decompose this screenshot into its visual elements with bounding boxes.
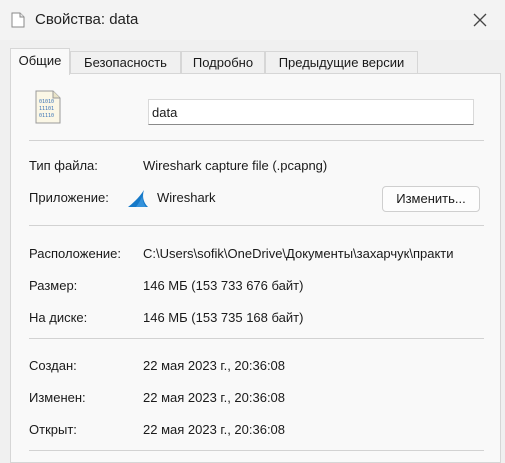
size-on-disk-value: 146 МБ (153 735 168 байт) bbox=[143, 310, 304, 325]
separator bbox=[29, 225, 484, 226]
size-on-disk-label: На диске: bbox=[29, 310, 88, 325]
file-name-input[interactable] bbox=[148, 99, 474, 125]
wireshark-fin-icon bbox=[127, 188, 149, 210]
created-value: 22 мая 2023 г., 20:36:08 bbox=[143, 358, 286, 373]
change-app-button[interactable]: Изменить... bbox=[382, 186, 480, 212]
tab-previous-versions[interactable]: Предыдущие версии bbox=[265, 51, 418, 73]
window-title: Свойства: data bbox=[35, 11, 139, 28]
title-bar: Свойства: data bbox=[0, 0, 505, 40]
svg-text:01010: 01010 bbox=[39, 99, 54, 105]
binary-file-icon: 01010 11101 01110 bbox=[35, 90, 61, 124]
location-label: Расположение: bbox=[29, 246, 121, 261]
file-properties-icon bbox=[10, 12, 26, 28]
modified-value: 22 мая 2023 г., 20:36:08 bbox=[143, 390, 286, 405]
modified-label: Изменен: bbox=[29, 390, 86, 405]
application-name: Wireshark bbox=[157, 190, 216, 205]
general-panel: 01010 11101 01110 Тип файла: Wireshark c… bbox=[10, 73, 501, 463]
opened-value: 22 мая 2023 г., 20:36:08 bbox=[143, 422, 286, 437]
separator bbox=[29, 338, 484, 339]
size-label: Размер: bbox=[29, 278, 78, 293]
tab-security[interactable]: Безопасность bbox=[70, 51, 181, 73]
application-label: Приложение: bbox=[29, 190, 109, 205]
created-label: Создан: bbox=[29, 358, 77, 373]
tab-general[interactable]: Общие bbox=[10, 48, 70, 75]
svg-text:01110: 01110 bbox=[39, 113, 54, 119]
tab-details[interactable]: Подробно bbox=[181, 51, 265, 73]
file-type-label: Тип файла: bbox=[29, 158, 98, 173]
separator bbox=[29, 140, 484, 141]
location-value: C:\Users\sofik\OneDrive\Документы\захарч… bbox=[143, 246, 454, 261]
file-type-value: Wireshark capture file (.pcapng) bbox=[143, 158, 328, 173]
separator bbox=[29, 450, 484, 451]
close-button[interactable] bbox=[466, 6, 494, 34]
opened-label: Открыт: bbox=[29, 422, 77, 437]
svg-text:11101: 11101 bbox=[39, 106, 54, 112]
size-value: 146 МБ (153 733 676 байт) bbox=[143, 278, 304, 293]
close-icon bbox=[473, 13, 487, 27]
